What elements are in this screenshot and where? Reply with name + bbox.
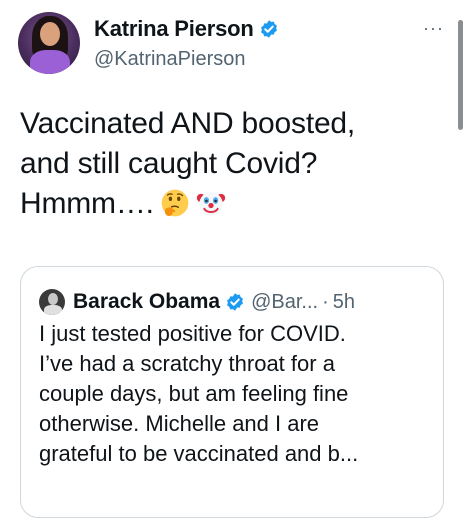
tweet-text: Vaccinated AND boosted, and still caught… (20, 104, 440, 224)
timestamp-separator: · (322, 290, 329, 313)
quoted-tweet-text: I just tested positive for COVID. I’ve h… (39, 319, 431, 469)
clown-face-icon (196, 192, 225, 216)
quoted-text-line: grateful to be vaccinated and b... (39, 441, 359, 466)
quoted-timestamp[interactable]: 5h (333, 291, 355, 314)
more-options-icon[interactable]: ··· (423, 18, 444, 39)
verified-badge-icon (260, 20, 277, 38)
author-handle[interactable]: @KatrinaPierson (94, 48, 279, 71)
author-avatar[interactable] (18, 12, 80, 74)
quoted-text-line: I’ve had a scratchy throat for a (39, 351, 335, 376)
quoted-text-line: otherwise. Michelle and I are (39, 411, 320, 436)
quoted-text-line: couple days, but am feeling fine (39, 381, 349, 406)
quoted-author-display-name[interactable]: Barack Obama (73, 290, 220, 314)
author-display-name[interactable]: Katrina Pierson (94, 16, 254, 42)
scrollbar-thumb[interactable] (458, 20, 463, 130)
quoted-author-handle[interactable]: @Bar... (251, 291, 318, 314)
quoted-tweet-card[interactable]: Barack Obama @Bar... · 5h I just tested … (20, 266, 444, 518)
author-name-block: Katrina Pierson @KatrinaPierson (94, 14, 279, 71)
tweet-header: Katrina Pierson @KatrinaPierson ··· (18, 12, 458, 74)
quoted-author-avatar[interactable] (39, 289, 65, 315)
quoted-tweet-header: Barack Obama @Bar... · 5h (39, 289, 355, 315)
verified-badge-icon (227, 293, 244, 311)
quoted-text-line: I just tested positive for COVID. (39, 321, 346, 346)
thinking-face-icon (161, 189, 189, 217)
